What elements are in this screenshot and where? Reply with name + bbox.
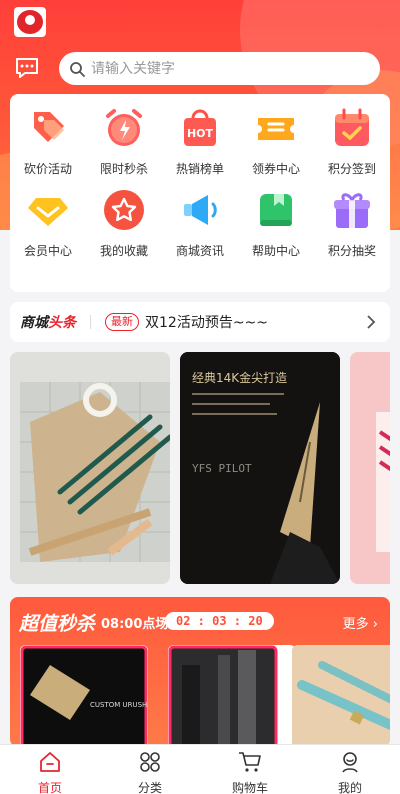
- news-brand: 商城头条: [20, 315, 76, 331]
- category-icon: [140, 752, 160, 772]
- grid-item-lottery[interactable]: 积分抽奖: [314, 176, 390, 258]
- chevron-right-icon: [367, 315, 376, 329]
- banner-pencils[interactable]: [10, 352, 170, 584]
- more-link[interactable]: 更多 ›: [343, 613, 378, 632]
- divider: [90, 315, 91, 329]
- message-icon[interactable]: [14, 56, 40, 80]
- news-headline: 双12活动预告~~~: [145, 315, 269, 331]
- tab-cart[interactable]: 购物车: [200, 745, 300, 794]
- bottom-tab-bar: 首页 分类 购物车 我的: [0, 744, 400, 794]
- product-card[interactable]: [168, 645, 296, 747]
- user-icon: [342, 752, 358, 773]
- product-card[interactable]: [292, 645, 390, 747]
- app-logo[interactable]: [14, 7, 46, 37]
- flash-sale-session: 08:00点场: [101, 617, 169, 632]
- countdown-timer: 02 : 03 : 20: [165, 612, 274, 630]
- grid-item-help[interactable]: 帮助中心: [238, 176, 314, 258]
- price-tag-icon: [26, 106, 70, 150]
- hot-bag-icon: HOT: [178, 106, 222, 150]
- bookmark-book-icon: [254, 188, 298, 232]
- svg-text:YFS PILOT: YFS PILOT: [192, 462, 252, 475]
- diamond-icon: [26, 188, 70, 232]
- banner-carousel[interactable]: 经典14K金尖打造 YFS PILOT: [10, 352, 390, 585]
- svg-text:CUSTOM URUSHI: CUSTOM URUSHI: [90, 701, 148, 709]
- news-ticker[interactable]: 商城头条 最新 双12活动预告~~~: [10, 302, 390, 342]
- feature-grid: 砍价活动 限时秒杀 HOT 热销榜单 领券中心 积分签到 会员中心 我的收藏 商…: [10, 94, 390, 292]
- alarm-clock-icon: [102, 106, 146, 150]
- search-bar[interactable]: [59, 52, 380, 85]
- search-icon: [70, 61, 85, 77]
- home-icon: [40, 752, 60, 772]
- tab-home[interactable]: 首页: [0, 745, 100, 794]
- tab-category[interactable]: 分类: [100, 745, 200, 794]
- calendar-check-icon: [330, 106, 374, 150]
- grid-item-checkin[interactable]: 积分签到: [314, 94, 390, 176]
- grid-item-news[interactable]: 商城资讯: [162, 176, 238, 258]
- megaphone-icon: [178, 188, 222, 232]
- gift-icon: [330, 188, 374, 232]
- cart-icon: [239, 752, 261, 772]
- product-card[interactable]: CUSTOM URUSHI: [20, 645, 148, 747]
- coupon-icon: [254, 106, 298, 150]
- flash-sale-section: 超值秒杀 08:00点场 02 : 03 : 20 更多 › CUSTOM UR…: [10, 597, 390, 747]
- svg-text:HOT: HOT: [187, 127, 214, 140]
- tab-mine[interactable]: 我的: [300, 745, 400, 794]
- grid-item-membership[interactable]: 会员中心: [10, 176, 86, 258]
- banner-pink[interactable]: [350, 352, 390, 584]
- grid-item-hot-list[interactable]: HOT 热销榜单: [162, 94, 238, 176]
- search-input[interactable]: [91, 60, 351, 77]
- grid-item-flash-sale[interactable]: 限时秒杀: [86, 94, 162, 176]
- grid-item-coupons[interactable]: 领券中心: [238, 94, 314, 176]
- svg-text:经典14K金尖打造: 经典14K金尖打造: [192, 370, 287, 385]
- new-badge: 最新: [105, 313, 139, 331]
- grid-item-bargain[interactable]: 砍价活动: [10, 94, 86, 176]
- flash-sale-title: 超值秒杀: [19, 613, 96, 635]
- grid-item-favorites[interactable]: 我的收藏: [86, 176, 162, 258]
- star-icon: [102, 188, 146, 232]
- banner-pen[interactable]: 经典14K金尖打造 YFS PILOT: [180, 352, 340, 584]
